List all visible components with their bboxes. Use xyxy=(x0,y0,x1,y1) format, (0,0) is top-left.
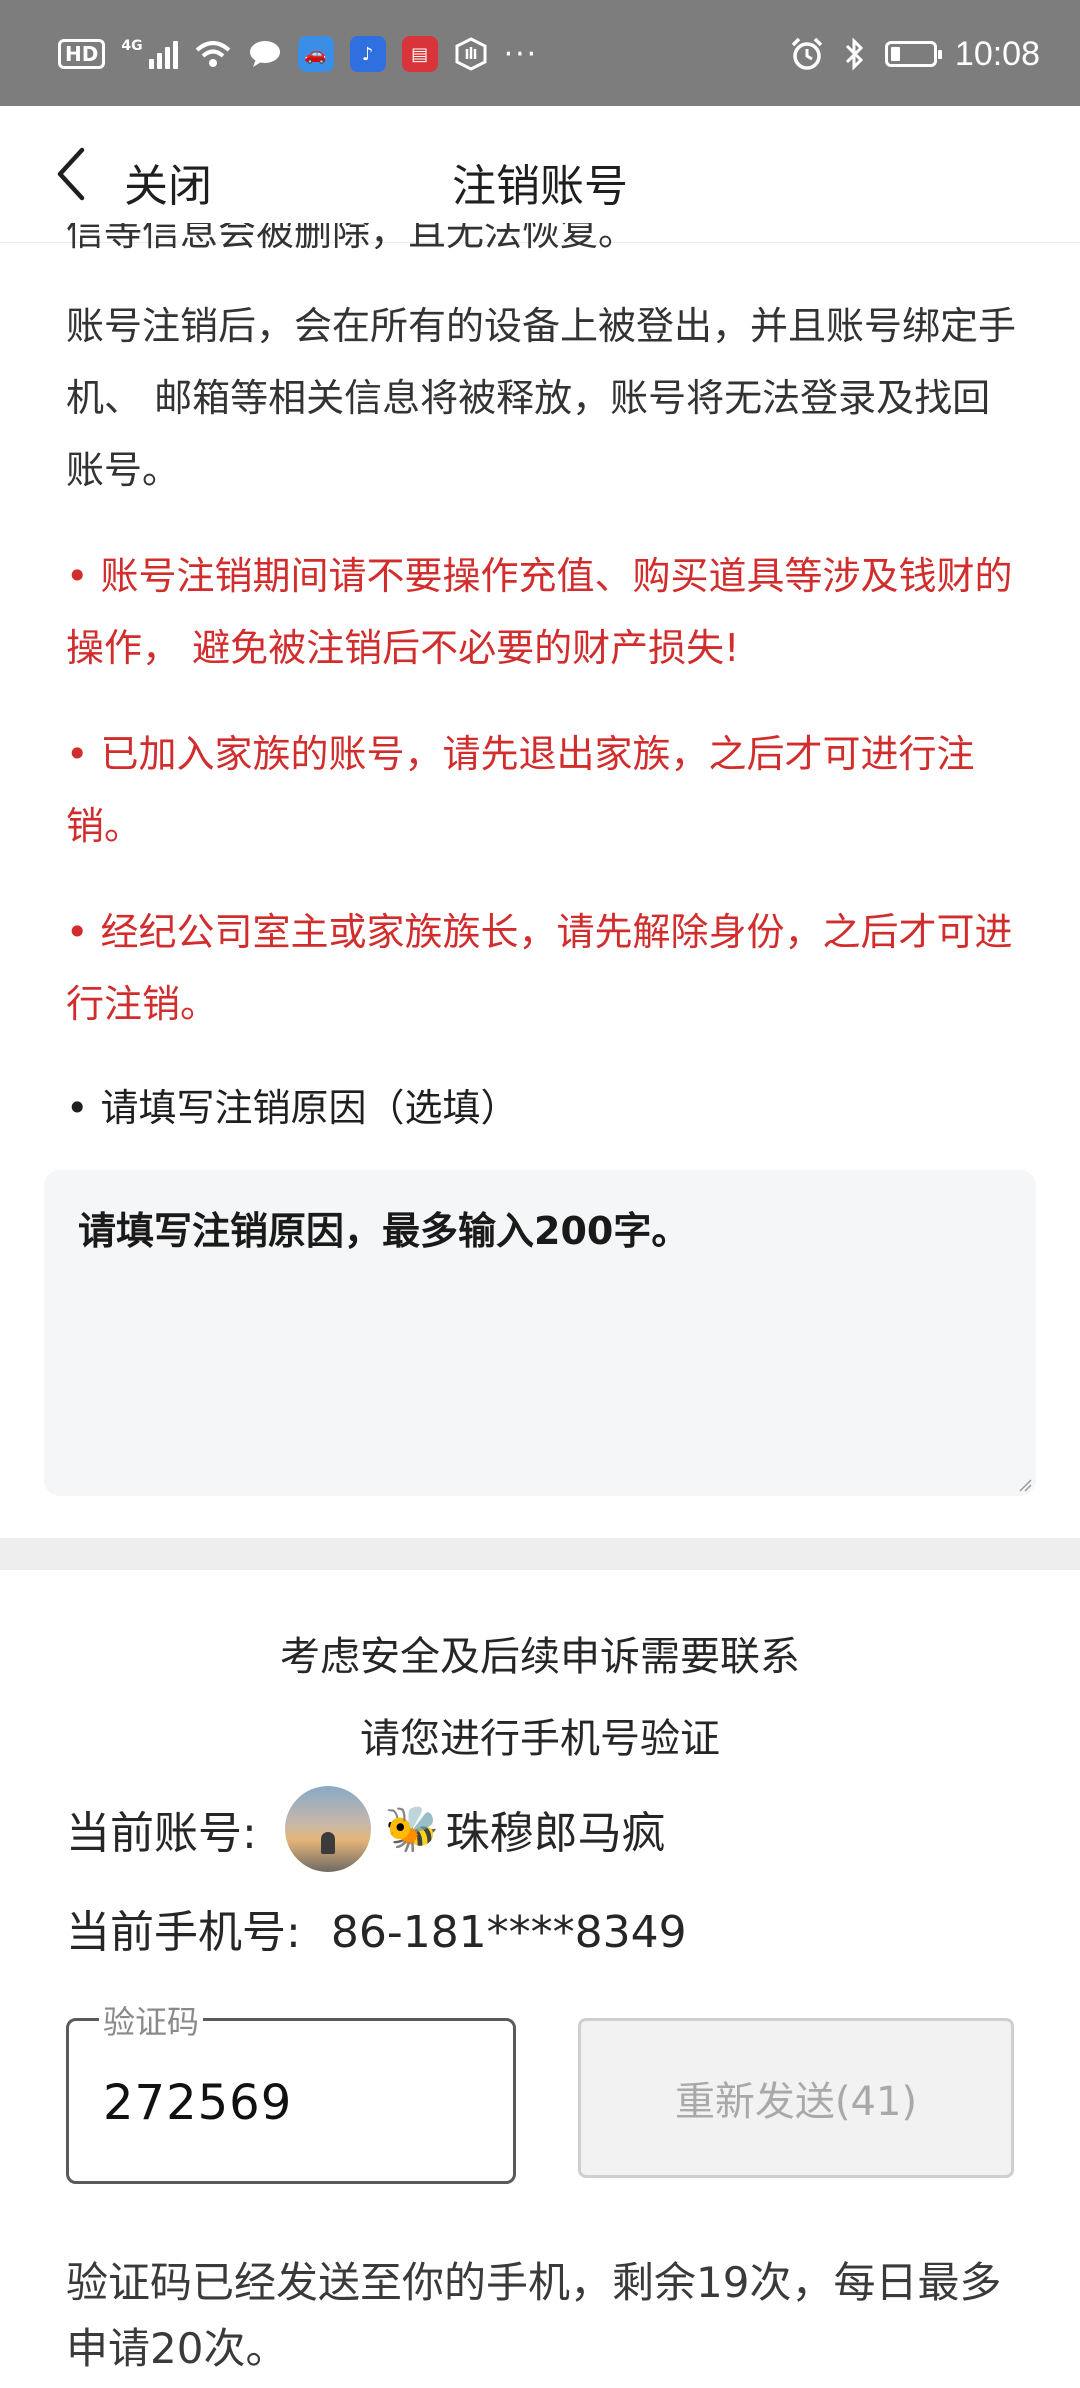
account-label: 当前账号: xyxy=(66,1808,257,1859)
verify-hint-line2: 请您进行手机号验证 xyxy=(360,1716,720,1762)
hd-indicator: HD xyxy=(58,39,106,69)
verify-hint-line1: 考虑安全及后续申诉需要联系 xyxy=(280,1634,800,1680)
wifi-icon xyxy=(195,41,230,67)
sms-notice: 验证码已经发送至你的手机，剩余19次，每日最多申请20次。 xyxy=(66,2258,1002,2373)
avatar xyxy=(284,1786,371,1872)
chat-icon xyxy=(249,41,280,67)
book-app-icon: ▤ xyxy=(401,36,438,72)
battery-icon xyxy=(884,41,942,67)
more-notifications-icon: ··· xyxy=(503,36,539,72)
status-bar-left: HD 4G 🚗 ♪ ▤ ··· xyxy=(58,30,538,78)
status-bar-right: 10:08 xyxy=(789,30,1040,78)
bluetooth-icon xyxy=(845,37,864,71)
phone-value: 86-181****8349 xyxy=(330,1907,687,1958)
warning-item: • 已加入家族的账号，请先退出家族，之后才可进行注销。 xyxy=(66,732,975,848)
code-value[interactable]: 272569 xyxy=(103,2075,292,2131)
logout-info-paragraph: 账号注销后，会在所有的设备上被登出，并且账号绑定手机、 邮箱等相关信息将被释放，… xyxy=(66,304,1017,492)
cut-off-text: 信等信息会被删除，且无法恢复。 xyxy=(66,223,637,254)
verification-code-input[interactable]: 验证码 272569 xyxy=(66,1997,516,2184)
warning-item: • 账号注销期间请不要操作充值、购买道具等涉及钱财的操作， 避免被注销后不必要的… xyxy=(66,554,1013,670)
status-bar: HD 4G 🚗 ♪ ▤ ··· 10:08 xyxy=(0,0,1080,106)
reason-textarea[interactable]: 请填写注销原因，最多输入200字。 xyxy=(44,1170,1036,1496)
page-title: 注销账号 xyxy=(452,161,628,212)
code-field-legend: 验证码 xyxy=(99,1997,204,2043)
alarm-icon xyxy=(791,37,823,70)
warning-item: • 经纪公司室主或家族族长，请先解除身份，之后才可进行注销。 xyxy=(66,910,1013,1026)
account-name: 珠穆郎马疯 xyxy=(445,1808,666,1859)
car-app-icon: 🚗 xyxy=(297,36,334,72)
current-phone-row: 当前手机号: 86-181****8349 xyxy=(66,1896,687,1960)
bee-icon: 🐝 xyxy=(384,1804,440,1855)
clock: 10:08 xyxy=(954,34,1040,73)
section-divider xyxy=(0,1538,1080,1570)
reason-label: • 请填写注销原因（选填） xyxy=(66,1086,519,1130)
network-type: 4G xyxy=(121,38,143,54)
hand-icon xyxy=(455,37,487,71)
signal-icon xyxy=(148,39,178,69)
resize-grip-icon[interactable] xyxy=(1018,1478,1032,1492)
resend-button[interactable]: 重新发送(41) xyxy=(578,2018,1014,2178)
music-app-icon: ♪ xyxy=(349,36,386,72)
reason-placeholder: 请填写注销原因，最多输入200字。 xyxy=(78,1209,690,1253)
current-account-row: 当前账号: 🐝 珠穆郎马疯 xyxy=(66,1784,666,1874)
phone-label: 当前手机号: xyxy=(66,1907,301,1958)
